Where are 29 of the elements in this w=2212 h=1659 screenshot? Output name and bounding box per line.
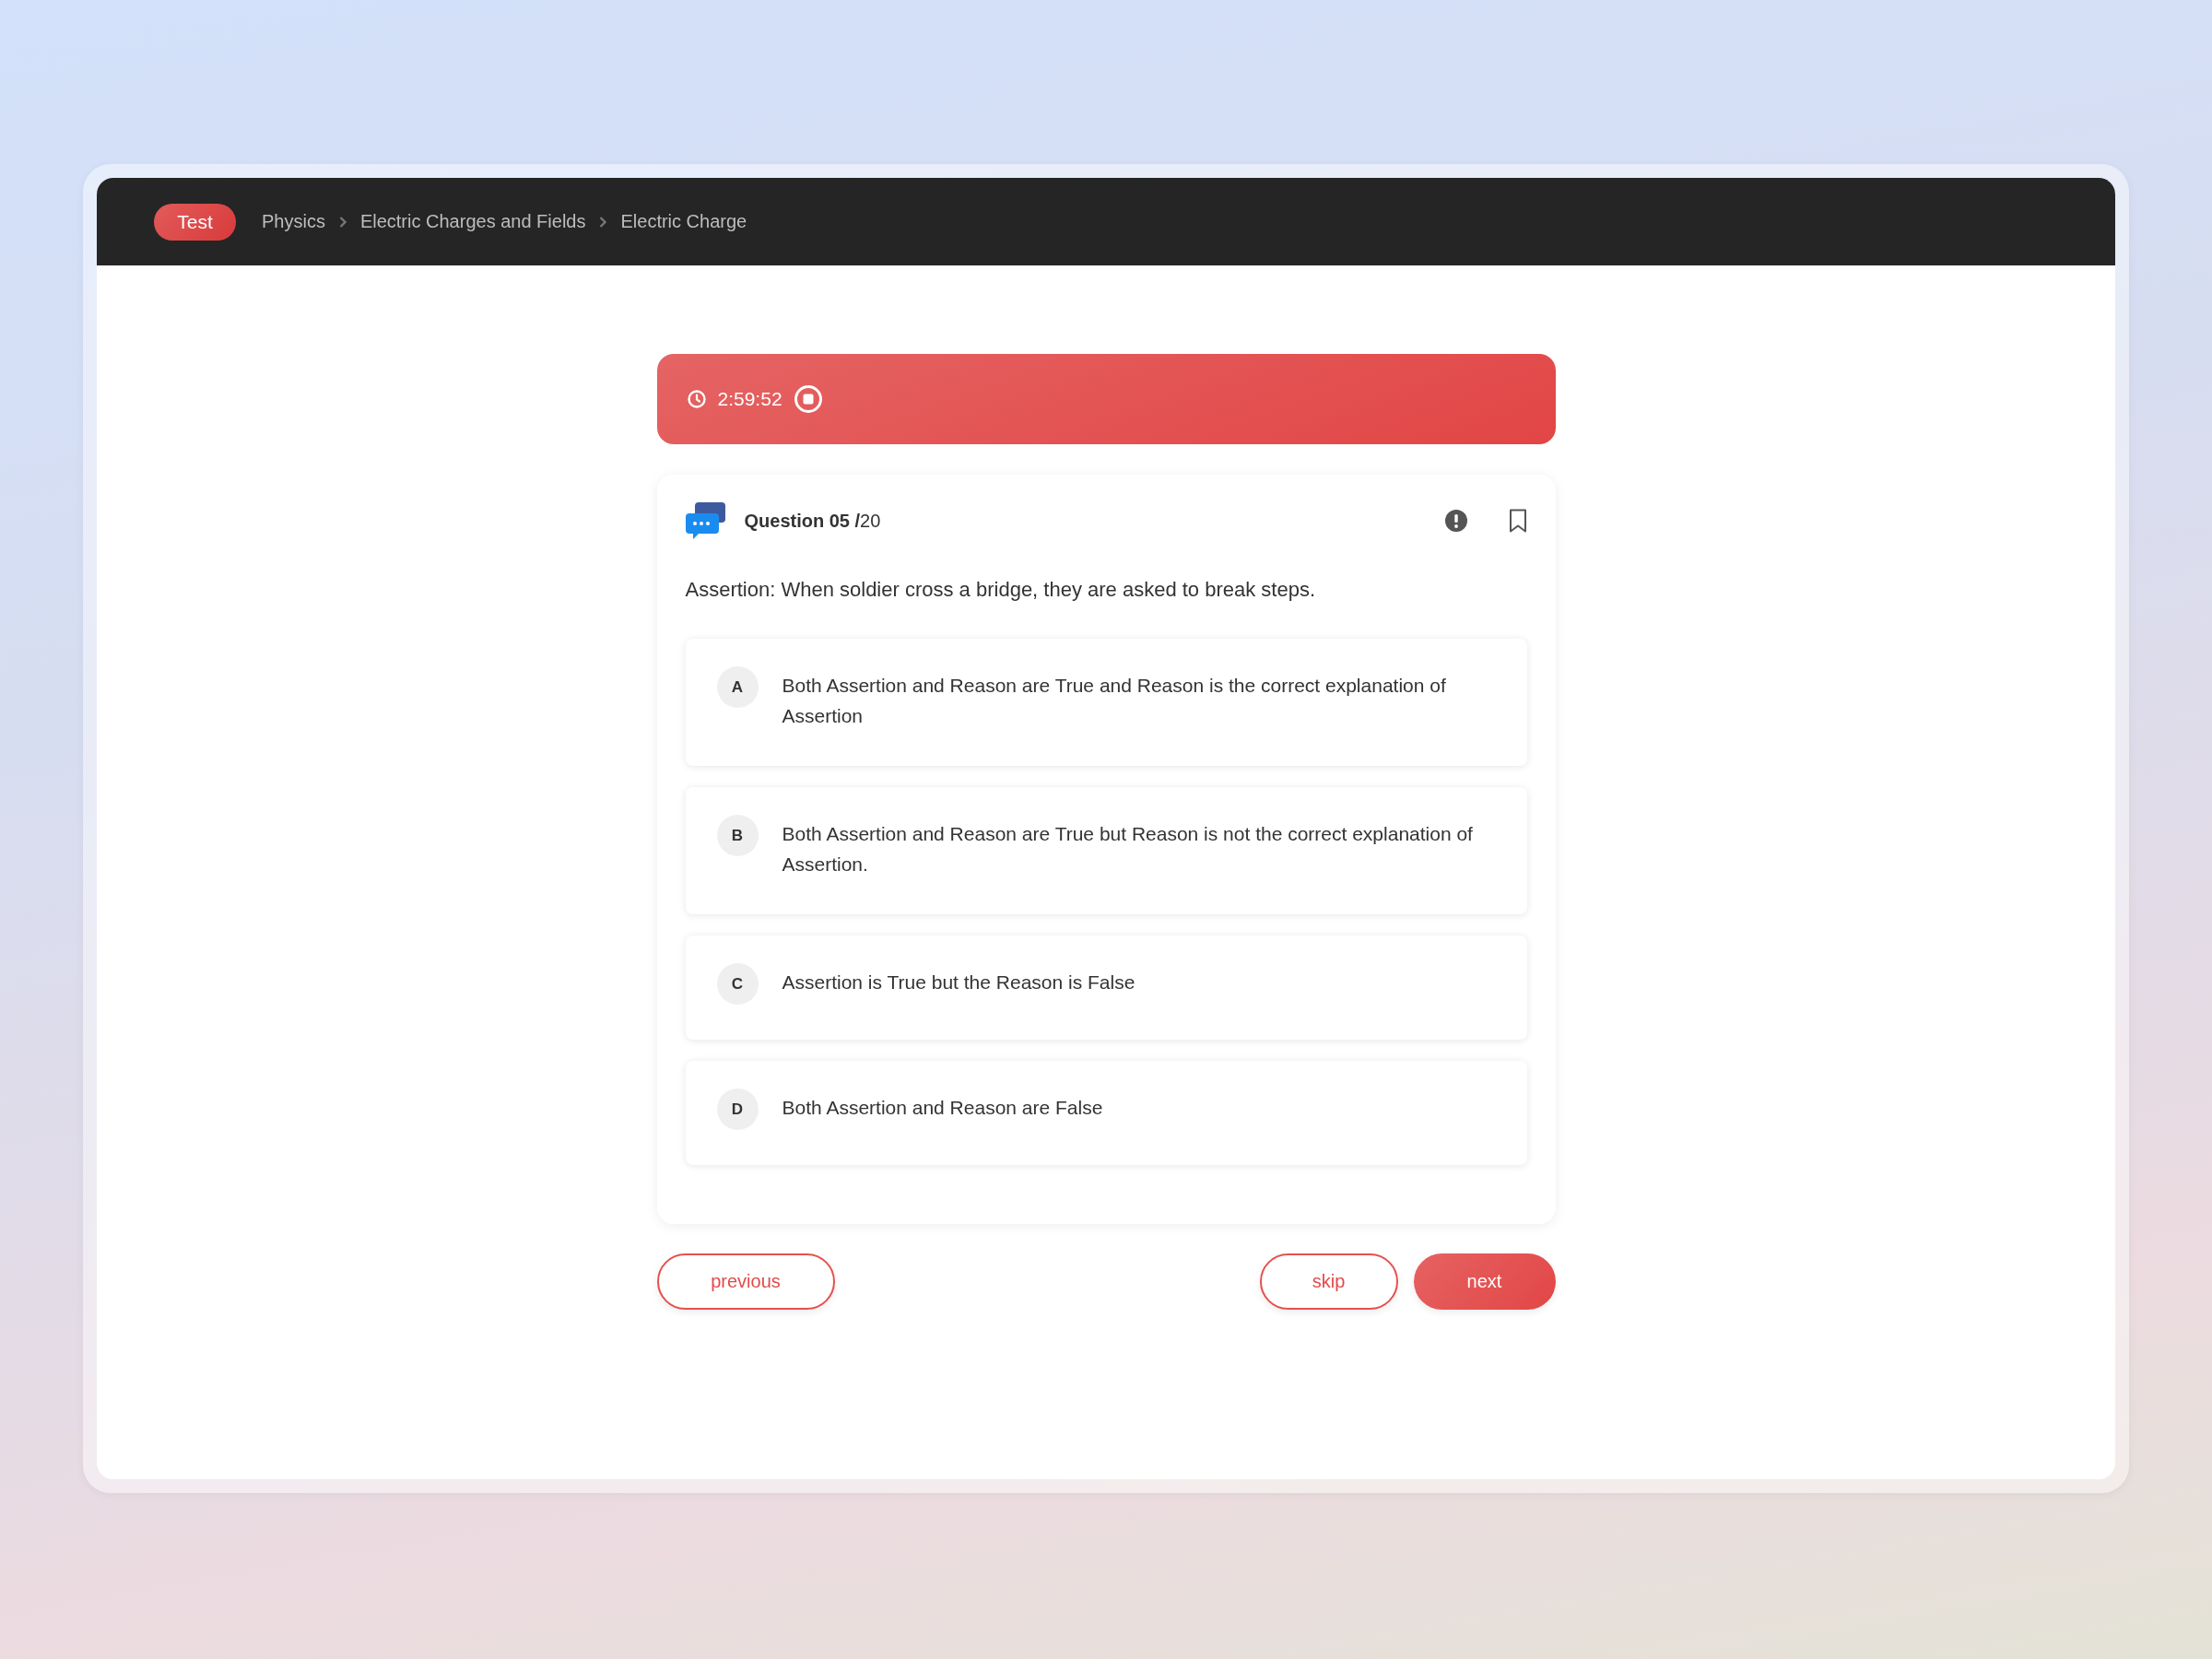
test-badge: Test [154, 203, 236, 241]
alert-icon[interactable] [1443, 509, 1468, 533]
timer-text: 2:59:52 [717, 388, 782, 410]
breadcrumb-link[interactable]: Physics [262, 211, 325, 232]
chevron-right-icon [337, 215, 347, 229]
question-number: Question 05 /20 [744, 510, 881, 532]
breadcrumb-link[interactable]: Electric Charge [620, 211, 747, 232]
breadcrumb-link[interactable]: Electric Charges and Fields [359, 211, 586, 232]
option-text: Both Assertion and Reason are True and Reason is the correct explanation of Assertion [782, 674, 1447, 728]
option-text: Both Assertion and Reason are False [782, 1096, 1103, 1120]
answer-option[interactable]: C Assertion is True but the Reason is False [685, 935, 1527, 1040]
next-button[interactable]: next [1413, 1253, 1556, 1310]
answer-option[interactable]: A Both Assertion and Reason are True and Reason is the correct explanation of Assertion [685, 639, 1527, 766]
previous-button[interactable]: previous [656, 1253, 835, 1310]
option-letter: B [716, 815, 759, 856]
option-text: Assertion is True but the Reason is False [782, 971, 1135, 994]
skip-button[interactable]: skip [1259, 1253, 1398, 1310]
answer-option[interactable]: B Both Assertion and Reason are True but Reason is not the correct explanation of Assertion. [685, 787, 1527, 914]
bookmark-icon[interactable] [1508, 509, 1527, 533]
option-letter: A [716, 666, 759, 708]
question-text: Assertion: When soldier cross a bridge, they are asked to break steps. [685, 578, 1317, 602]
answer-option[interactable]: D Both Assertion and Reason are False [685, 1061, 1527, 1165]
option-letter: C [716, 963, 759, 1005]
option-letter: D [716, 1088, 759, 1130]
option-text: Both Assertion and Reason are True but Reason is not the correct explanation of Assertion. [782, 822, 1474, 877]
chat-bubbles-icon [685, 501, 726, 540]
chevron-right-icon [598, 215, 608, 229]
stop-icon[interactable] [793, 384, 823, 414]
clock-icon [686, 389, 707, 409]
